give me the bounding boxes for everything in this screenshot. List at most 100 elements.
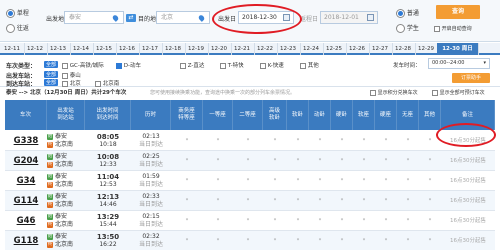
train-number-link[interactable]: G338 [14,137,39,146]
date-tab[interactable]: 12-16 [115,43,140,55]
from-station-all-button[interactable]: 全部 [44,71,59,78]
train-type-option[interactable]: K-快速 [260,61,284,69]
date-tab[interactable]: 12-28 [391,43,416,55]
passenger-normal[interactable]: 普通 [396,8,419,18]
passenger-student[interactable]: 学生 [396,23,419,33]
student-radio[interactable] [396,24,405,33]
train-number-link[interactable]: G46 [17,217,36,226]
column-header[interactable]: 出发时间 到达时间 [85,100,131,130]
column-header[interactable]: 出发站 到达站 [47,100,85,130]
end-station-icon: 终 [47,161,53,168]
end-station-icon: 终 [47,201,53,208]
swap-icon[interactable]: ⇄ [126,14,136,22]
train-type-checkbox[interactable] [180,62,186,69]
train-type-checkbox[interactable] [116,62,122,69]
trip-roundtrip[interactable]: 往返 [6,23,29,33]
seat-cell: * [340,218,344,224]
train-type-option[interactable]: Z-直达 [180,61,204,69]
to-station-name: 北京南 [55,241,74,248]
trip-oneway[interactable]: 单程 [6,8,29,18]
seat-cell: * [185,198,189,204]
search-button[interactable]: 查询 [436,5,480,19]
depart-time-select[interactable]: 00:00--24:00 ▾ [428,58,490,69]
points-trains-checkbox[interactable] [370,89,376,96]
train-type-option[interactable]: GC-高铁/城际 [62,61,104,69]
date-tab[interactable]: 12-24 [299,43,324,55]
to-field[interactable]: 北京 [156,11,210,24]
to-station-all-button[interactable]: 全部 [44,79,59,86]
from-station-option[interactable]: 泰山 [62,71,81,79]
column-header: 二等座 [233,100,263,130]
train-type-checkbox[interactable] [220,62,226,69]
column-header[interactable]: 历时 [131,100,171,130]
auto-query-checkbox[interactable] [434,25,440,32]
date-tab[interactable]: 12-20 [207,43,232,55]
to-station-option-1[interactable]: 北京 [62,79,81,87]
date-tab[interactable]: 12-13 [46,43,71,55]
type-all-button[interactable]: 全部 [44,61,59,68]
train-number-link[interactable]: G204 [14,157,39,166]
date-tab[interactable]: 12-30 周日 [437,43,479,55]
seat-cell: * [384,218,388,224]
train-number-link[interactable]: G118 [14,237,39,246]
date-tab[interactable]: 12-17 [138,43,163,55]
train-number-link[interactable]: G114 [14,197,39,206]
train-cell: G338 [5,131,47,151]
from-field[interactable]: 泰安 [64,11,124,24]
from-station-checkbox[interactable] [62,72,68,79]
all-trains-option[interactable]: 显示全部可预订车次 [432,88,485,98]
booking-helper-button[interactable]: 订票助手 [452,73,490,83]
to-station-checkbox[interactable] [95,80,101,87]
date-tab[interactable]: 12-11 [0,43,25,55]
seat-cell: * [406,198,410,204]
train-type-checkbox[interactable] [62,62,68,69]
all-trains-checkbox[interactable] [432,89,438,96]
duration-cell: 02:25 当日到达 [131,151,171,171]
date-tab[interactable]: 12-12 [23,43,48,55]
train-type-checkbox[interactable] [260,62,266,69]
date-tab[interactable]: 12-19 [184,43,209,55]
to-label: 目的地 [138,16,157,23]
train-type-option[interactable]: T-特快 [220,61,244,69]
date-tab[interactable]: 12-21 [230,43,255,55]
train-number-link[interactable]: G34 [17,177,36,186]
auto-query[interactable]: 开启自动查询 [434,25,472,32]
points-trains-option[interactable]: 显示积分兑换车次 [370,88,418,98]
time-cell: 13:29 15:44 [85,211,131,231]
return-date-field[interactable]: 2018-12-01 [320,11,378,24]
date-tab[interactable]: 12-15 [92,43,117,55]
to-station: 终北京南 [47,141,73,149]
date-tab[interactable]: 12-29 [414,43,439,55]
date-tab[interactable]: 12-26 [345,43,370,55]
date-tab[interactable]: 12-23 [276,43,301,55]
train-type-checkbox[interactable] [300,62,306,69]
to-station-name: 北京南 [55,201,74,208]
column-header: 硬卧 [331,100,353,130]
train-type-option[interactable]: D-动车 [116,61,141,69]
train-type-option[interactable]: 其他 [300,61,319,69]
date-tab[interactable]: 12-18 [161,43,186,55]
start-station-icon: 始 [47,153,53,160]
to-station-option-2[interactable]: 北京南 [95,79,119,87]
seat-cell: * [273,138,277,144]
date-tab[interactable]: 12-22 [253,43,278,55]
arrival-day: 当日到达 [138,141,163,148]
date-tab[interactable]: 12-27 [368,43,393,55]
date-tab[interactable]: 12-14 [69,43,94,55]
column-header: 一等座 [203,100,233,130]
arrival-day: 当日到达 [138,181,163,188]
duration-cell: 02:32 当日到达 [131,231,171,250]
station-cell: 始泰安 终北京南 [47,131,85,151]
normal-radio[interactable] [396,9,405,18]
date-tab[interactable]: 12-25 [322,43,347,55]
to-station-name: 北京南 [55,221,74,228]
seat-cell: * [362,138,366,144]
seat-cell: * [318,218,322,224]
to-station-checkbox[interactable] [62,80,68,87]
roundtrip-radio[interactable] [6,24,15,33]
oneway-radio[interactable] [6,9,15,18]
seat-cell: * [246,238,250,244]
seat-cell: * [216,138,220,144]
seat-cell: * [296,138,300,144]
seat-cell: * [296,198,300,204]
